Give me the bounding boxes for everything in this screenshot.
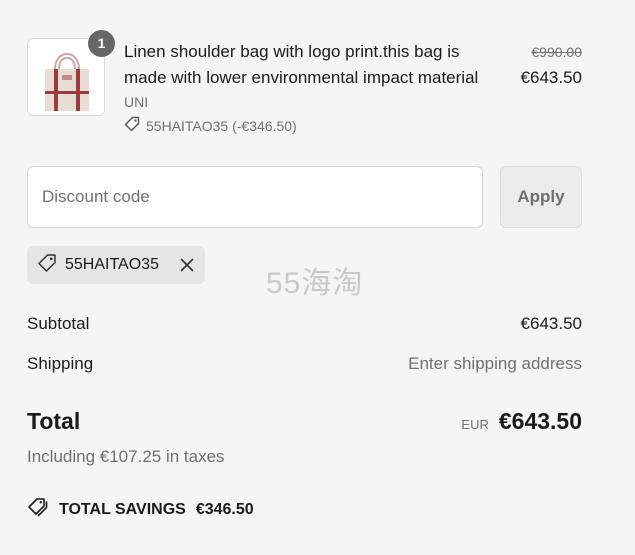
applied-discount-chip: 55HAITAO35	[27, 246, 205, 284]
discount-form: Apply	[27, 166, 582, 228]
total-savings: TOTAL SAVINGS €346.50	[27, 497, 254, 522]
savings-label: TOTAL SAVINGS	[59, 500, 186, 518]
final-price: €643.50	[520, 68, 582, 87]
tag-icon	[37, 253, 57, 278]
tag-icon	[124, 116, 140, 135]
remove-discount-icon[interactable]	[179, 257, 195, 273]
applied-discount-code: 55HAITAO35	[65, 256, 159, 273]
shipping-value: Enter shipping address	[408, 354, 582, 373]
item-discount: 55HAITAO35 (-€346.50)	[124, 116, 297, 135]
total-row: Total EUR €643.50	[27, 408, 582, 435]
savings-value: €346.50	[195, 500, 254, 518]
total-value-group: EUR €643.50	[461, 408, 582, 435]
taxes-note: Including €107.25 in taxes	[27, 447, 225, 466]
currency-code: EUR	[461, 417, 489, 432]
item-discount-text: 55HAITAO35 (-€346.50)	[146, 117, 297, 134]
total-amount: €643.50	[498, 408, 582, 434]
subtotal-row: Subtotal €643.50	[27, 314, 582, 334]
subtotal-value: €643.50	[520, 314, 582, 333]
discount-code-input[interactable]	[27, 166, 483, 228]
product-title: Linen shoulder bag with logo print.this …	[124, 42, 479, 87]
total-label: Total	[27, 408, 81, 434]
shipping-label: Shipping	[27, 354, 94, 373]
shipping-row: Shipping Enter shipping address	[27, 354, 582, 374]
subtotal-label: Subtotal	[27, 314, 90, 333]
product-variant: UNI	[124, 94, 149, 110]
quantity-badge: 1	[88, 30, 115, 57]
watermark: 55海淘	[266, 267, 364, 300]
original-price: €990.00	[531, 44, 582, 60]
apply-button[interactable]: Apply	[500, 166, 582, 228]
cart-line-item: 1 Linen shoulder bag with logo print.thi…	[27, 30, 582, 136]
tags-icon	[27, 497, 49, 522]
